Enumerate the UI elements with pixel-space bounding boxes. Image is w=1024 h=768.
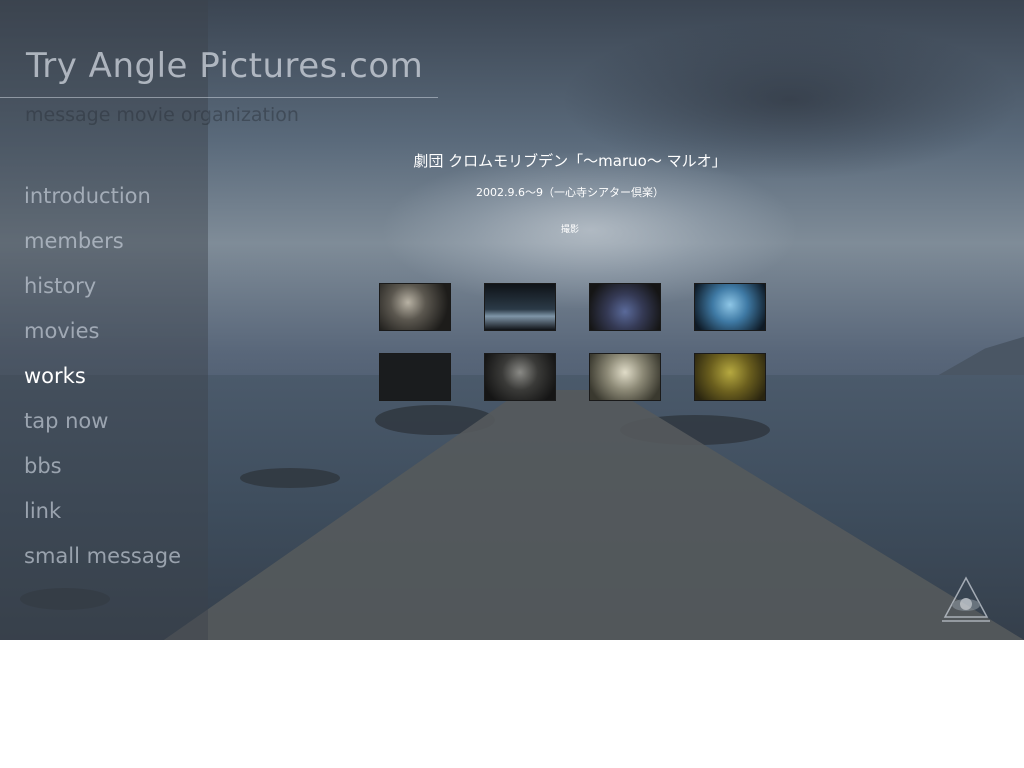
nav-item-works[interactable]: works [24,361,181,406]
title-divider [0,97,438,98]
video-thumbnail-2[interactable] [484,283,556,331]
nav-item-link[interactable]: link [24,496,181,541]
video-thumbnail-8[interactable] [694,353,766,401]
nav-item-movies[interactable]: movies [24,316,181,361]
site-title[interactable]: Try Angle Pictures.com [26,46,423,86]
video-thumbnail-7[interactable] [589,353,661,401]
video-thumbnail-4[interactable] [694,283,766,331]
work-role: 撮影 [560,225,579,235]
triangle-eye-logo-icon[interactable] [942,575,990,623]
rock [240,468,340,488]
work-title: 劇団 クロムモリブデン「〜maruo〜 マルオ」 [413,152,727,170]
video-thumbnail-5[interactable] [379,353,451,401]
nav-item-bbs[interactable]: bbs [24,451,181,496]
nav-item-tap-now[interactable]: tap now [24,406,181,451]
thumbnail-grid [379,283,769,405]
site-tagline: message movie organization [25,104,299,126]
background-photo: Try Angle Pictures.com message movie org… [0,0,1024,640]
work-date: 2002.9.6〜9（一心寺シアター倶楽） [476,186,664,199]
main-nav: introduction members history movies work… [24,181,181,586]
nav-item-history[interactable]: history [24,271,181,316]
nav-item-small-message[interactable]: small message [24,541,181,586]
video-thumbnail-3[interactable] [589,283,661,331]
nav-item-introduction[interactable]: introduction [24,181,181,226]
video-thumbnail-1[interactable] [379,283,451,331]
nav-item-members[interactable]: members [24,226,181,271]
video-thumbnail-6[interactable] [484,353,556,401]
distant-mountain [930,335,1024,380]
